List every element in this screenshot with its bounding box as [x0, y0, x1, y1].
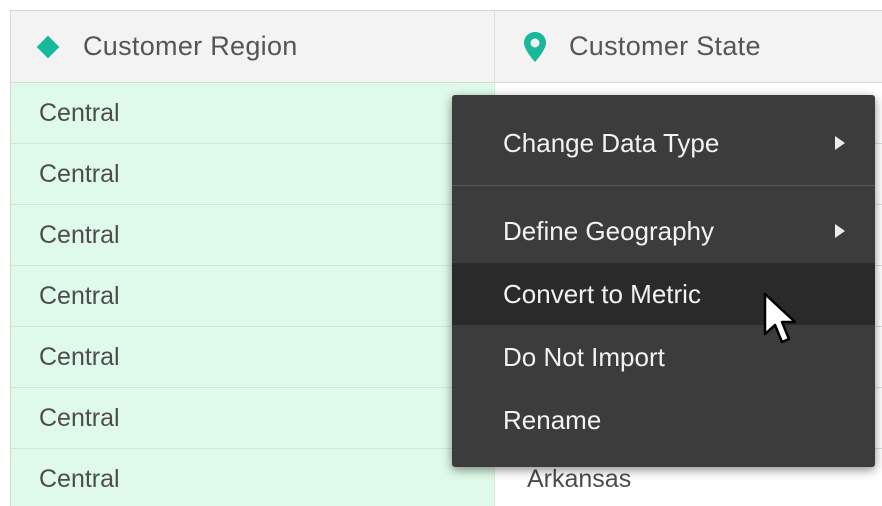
submenu-arrow-icon: [835, 224, 845, 238]
column-header-customer-region[interactable]: Customer Region: [11, 11, 495, 82]
menu-item-convert-to-metric[interactable]: Convert to Metric: [452, 263, 875, 325]
menu-item-define-geography[interactable]: Define Geography: [452, 200, 875, 262]
menu-item-do-not-import[interactable]: Do Not Import: [452, 326, 875, 388]
region-cell[interactable]: Central: [11, 327, 495, 387]
column-header-customer-state[interactable]: Customer State: [495, 11, 882, 82]
menu-item-label: Define Geography: [503, 215, 715, 246]
menu-item-rename[interactable]: Rename: [452, 389, 875, 451]
diamond-icon: [35, 34, 61, 60]
screenshot-frame: Customer Region Customer State Central C…: [0, 0, 882, 506]
grid-header: Customer Region Customer State: [11, 11, 882, 83]
column-header-label: Customer State: [569, 31, 761, 61]
menu-item-label: Rename: [503, 404, 602, 435]
column-header-label: Customer Region: [83, 31, 298, 61]
region-cell[interactable]: Central: [11, 83, 495, 143]
menu-item-label: Change Data Type: [503, 127, 720, 158]
region-cell[interactable]: Central: [11, 266, 495, 326]
region-cell[interactable]: Central: [11, 388, 495, 448]
context-menu: Change Data Type Define Geography Conver…: [452, 95, 875, 467]
map-pin-icon: [523, 31, 547, 63]
mouse-pointer-icon: [763, 292, 797, 344]
region-cell[interactable]: Central: [11, 144, 495, 204]
menu-divider: [452, 185, 875, 186]
region-cell[interactable]: Central: [11, 449, 495, 506]
menu-item-change-data-type[interactable]: Change Data Type: [452, 112, 875, 174]
region-cell[interactable]: Central: [11, 205, 495, 265]
submenu-arrow-icon: [835, 136, 845, 150]
